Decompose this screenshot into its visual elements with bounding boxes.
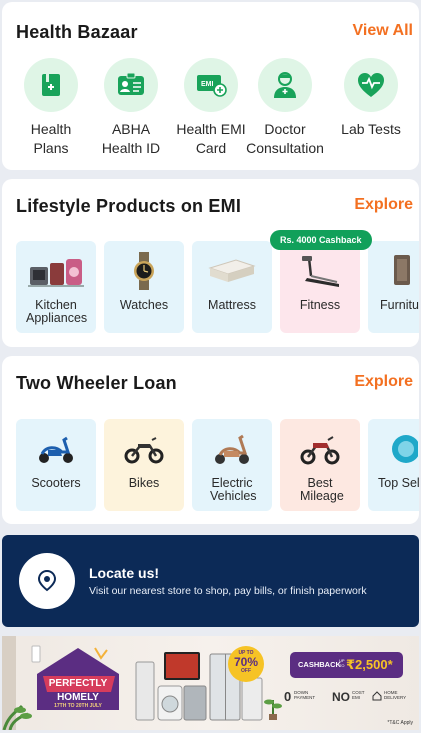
locate-us-card[interactable]: Locate us! Visit our nearest store to sh… <box>2 535 419 627</box>
cashback-label: CASHBACK <box>298 660 341 669</box>
heart-pulse-icon <box>344 58 398 112</box>
banner-dates: 17TH TO 20TH JULY <box>54 703 102 709</box>
mattress-icon <box>192 249 272 293</box>
locate-us-subtitle: Visit our nearest store to shop, pay bil… <box>89 585 367 597</box>
lab-tests-item[interactable]: Lab Tests <box>326 58 416 139</box>
discount-percent: 70% <box>233 655 259 669</box>
cashback-pill: CASHBACK UP TO ₹2,500* <box>290 652 403 678</box>
abha-health-id-item[interactable]: ABHA Health ID <box>86 58 176 158</box>
furniture-icon <box>368 249 419 293</box>
svg-text:EMI: EMI <box>201 81 214 88</box>
health-bazaar-card: Health Bazaar View All Health Plans ABHA… <box>2 2 419 170</box>
watch-icon <box>104 249 184 293</box>
two-wheeler-explore-link[interactable]: Explore <box>354 373 413 391</box>
feature-zero-down: 0 DOWN PAYMENT <box>284 688 315 706</box>
discount-sticker: UP TO 70% OFF <box>228 646 264 682</box>
kitchen-appliances-label: Kitchen Appliances <box>26 298 88 325</box>
two-wheeler-carousel[interactable]: Scooters Bikes Electric Vehicles Best Mi… <box>2 417 419 513</box>
tile-scooters[interactable]: Scooters <box>16 419 96 511</box>
view-all-link[interactable]: View All <box>353 22 413 40</box>
tile-kitchen-appliances[interactable]: Kitchen Appliances <box>16 241 96 333</box>
two-wheeler-title: Two Wheeler Loan <box>16 373 177 393</box>
tile-best-mileage[interactable]: Best Mileage <box>280 419 360 511</box>
bikes-label: Bikes <box>128 476 160 490</box>
cashback-value: ₹2,500* <box>346 657 393 672</box>
tile-bikes[interactable]: Bikes <box>104 419 184 511</box>
emi-card-icon: EMI <box>184 58 238 112</box>
tile-mattress[interactable]: Mattress <box>192 241 272 333</box>
kitchen-appliances-icon <box>16 249 96 293</box>
electric-scooter-icon <box>192 427 272 471</box>
treadmill-icon <box>280 249 360 293</box>
fitness-label: Fitness <box>299 298 341 312</box>
feature-no-cost-emi: NO COST EMI <box>332 688 365 706</box>
home-delivery-icon <box>372 691 382 701</box>
health-plans-icon <box>24 58 78 112</box>
no-cost-label-2: EMI <box>352 695 361 700</box>
cashback-badge: Rs. 4000 Cashback <box>270 230 372 250</box>
lifestyle-carousel[interactable]: Kitchen Appliances Watches Mattress Fitn… <box>2 239 419 335</box>
doctor-consultation-label: Doctor Consultation <box>246 121 324 156</box>
mattress-label: Mattress <box>208 298 256 312</box>
lab-tests-label: Lab Tests <box>341 121 401 137</box>
motorcycle-icon <box>280 427 360 471</box>
two-wheeler-card: Two Wheeler Loan Explore Scooters Bikes … <box>2 356 419 524</box>
health-bazaar-title: Health Bazaar <box>16 22 138 42</box>
tile-electric-vehicles[interactable]: Electric Vehicles <box>192 419 272 511</box>
plant-icon <box>264 699 282 720</box>
locate-us-title: Locate us! <box>89 565 160 581</box>
zero-down-label-2: PAYMENT <box>294 695 316 700</box>
features-row: 0 DOWN PAYMENT NO COST EMI HOME DELIVERY <box>280 688 416 706</box>
health-plans-item[interactable]: Health Plans <box>6 58 96 158</box>
furniture-label: Furniture <box>380 298 419 312</box>
promo-banner[interactable]: PERFECTLY HOMELY 17TH TO 20TH JULY UP TO… <box>2 636 419 730</box>
lifestyle-title: Lifestyle Products on EMI <box>16 196 242 216</box>
tile-top-selling[interactable]: Top Selling <box>368 419 419 511</box>
home-delivery-label-2: DELIVERY <box>384 695 407 700</box>
zero-down-num: 0 <box>284 689 292 704</box>
abha-health-id-label: ABHA Health ID <box>101 121 161 156</box>
perfectly-homely-badge: PERFECTLY HOMELY 17TH TO 20TH JULY <box>35 646 121 712</box>
doctor-icon <box>258 58 312 112</box>
top-selling-label: Top Selling <box>378 476 419 490</box>
tile-watches[interactable]: Watches <box>104 241 184 333</box>
banner-headline-2: HOMELY <box>57 692 99 703</box>
best-mileage-label: Best Mileage <box>300 476 344 503</box>
location-pin-icon <box>19 553 75 609</box>
banner-headline-1: PERFECTLY <box>48 678 108 689</box>
lifestyle-explore-link[interactable]: Explore <box>354 196 413 214</box>
terms-note: *T&C Apply <box>387 720 413 726</box>
tile-furniture[interactable]: Furniture <box>368 241 419 333</box>
bike-icon <box>104 427 184 471</box>
watches-label: Watches <box>119 298 169 312</box>
doctor-consultation-item[interactable]: Doctor Consultation <box>240 58 330 158</box>
cashback-upto: UP TO <box>339 658 345 668</box>
scooter-icon <box>16 427 96 471</box>
tile-fitness[interactable]: Fitness <box>280 241 360 333</box>
top-selling-icon <box>368 427 419 471</box>
electric-vehicles-label: Electric Vehicles <box>210 476 257 503</box>
lifestyle-card: Lifestyle Products on EMI Explore Kitche… <box>2 179 419 347</box>
no-cost-num: NO <box>332 690 350 704</box>
health-plans-label: Health Plans <box>30 121 72 156</box>
abha-id-card-icon <box>104 58 158 112</box>
scooters-label: Scooters <box>31 476 81 490</box>
